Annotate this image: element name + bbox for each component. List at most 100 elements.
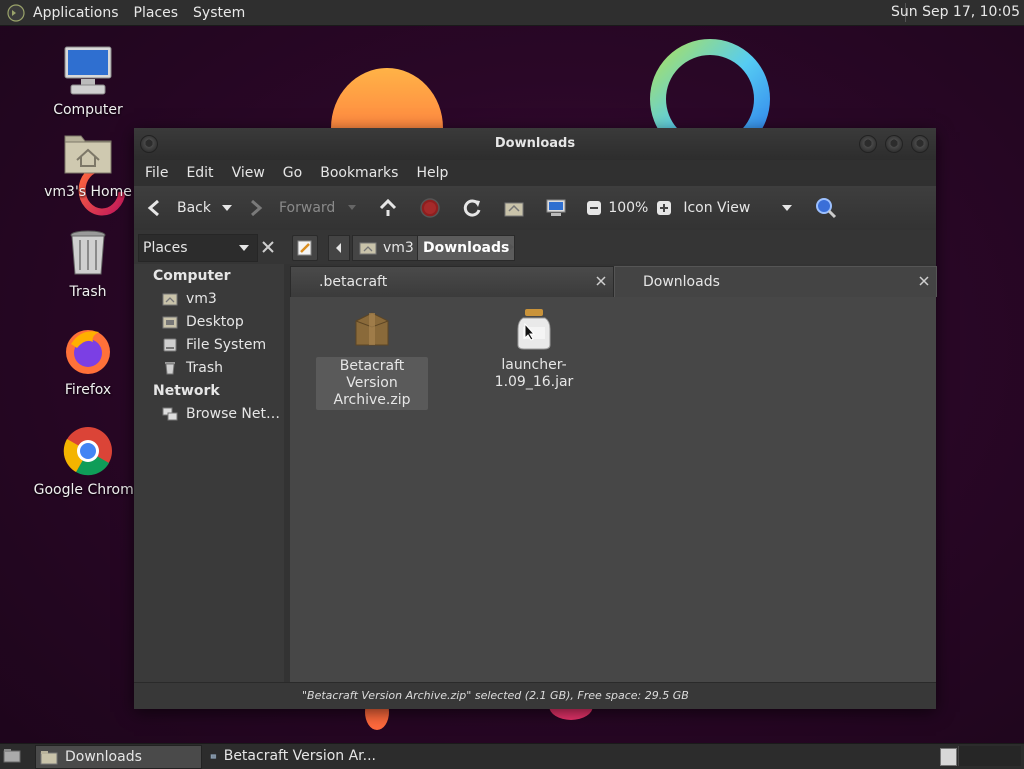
firefox-icon [61,324,115,378]
desktop-icon-computer[interactable]: Computer [33,44,143,118]
breadcrumb-scroll-right[interactable] [504,235,518,259]
zoom-level[interactable]: 100% [608,200,648,216]
menu-go[interactable]: Go [283,165,302,181]
menu-edit[interactable]: Edit [186,165,213,181]
desktop-folder-icon [162,316,178,329]
file-item[interactable]: Betacraft Version Archive.zip [316,307,428,410]
close-sidebar-button[interactable] [258,236,278,258]
view-mode-dropdown[interactable] [781,203,793,213]
menu-help[interactable]: Help [416,165,448,181]
sidebar-item-vm3[interactable]: vm3 [162,289,217,309]
menu-view[interactable]: View [232,165,265,181]
sidebar-item-label: Desktop [186,314,244,330]
forward-history-dropdown[interactable] [347,203,357,213]
file-item[interactable]: launcher-1.09_16.jar [478,307,590,391]
chevron-down-icon [239,245,249,251]
breadcrumb-downloads[interactable]: Downloads [417,235,516,261]
desktop-icon-home[interactable]: vm3's Home [33,126,143,200]
trash-icon [61,226,115,280]
top-panel: Applications Places System Sun Sep 17, 1… [0,0,1024,26]
toolbar: Back Forward 100% Icon View [134,186,936,230]
window-titlebar[interactable]: Downloads [134,128,936,160]
home-button[interactable] [503,198,525,218]
desktop-icon-label: Firefox [64,382,112,398]
mouse-cursor-icon [524,323,536,341]
places-sidebar: Computer vm3 Desktop File System Trash N… [134,264,285,682]
zoom-out-button[interactable] [586,200,602,216]
breadcrumb-scroll-left[interactable] [328,235,350,261]
up-button[interactable] [377,197,399,219]
menu-bookmarks[interactable]: Bookmarks [320,165,398,181]
trash-icon [165,362,175,375]
applications-menu[interactable]: Applications [33,5,119,21]
maximize-button[interactable] [885,135,903,153]
wallpaper-bottom-shape [365,706,389,730]
toggle-location-entry-button[interactable] [292,235,318,261]
wallpaper-ring-shape [650,39,770,129]
bottom-panel: Downloads Betacraft Version Ar... [0,743,1024,769]
menu-file[interactable]: File [145,165,168,181]
zip-archive-icon [355,312,389,346]
computer-button[interactable] [545,198,567,218]
stop-button[interactable] [419,197,441,219]
close-tab-icon[interactable] [918,275,930,287]
taskbar-item-downloads[interactable]: Downloads [35,745,202,769]
chevron-down-icon [782,205,793,211]
workspace-2[interactable] [958,746,1021,766]
file-name: launcher-1.09_16.jar [494,357,574,390]
file-view[interactable]: Betacraft Version Archive.zip launcher-1… [290,297,936,682]
reload-icon [464,199,481,217]
clock[interactable]: Sun Sep 17, 10:05 [891,4,1020,20]
file-name: Betacraft Version Archive.zip [316,357,428,410]
desktop-icon-trash[interactable]: Trash [33,226,143,300]
system-menu[interactable]: System [193,5,245,21]
status-bar: "Betacraft Version Archive.zip" selected… [134,682,936,709]
close-button[interactable] [911,135,929,153]
desktop-icon-label: vm3's Home [44,184,132,200]
taskbar-item-label: Downloads [65,749,142,765]
desktop-icon-firefox[interactable]: Firefox [33,324,143,398]
drive-icon [163,338,177,352]
sidebar-item-label: vm3 [186,291,217,307]
zoom-in-button[interactable] [656,200,672,216]
sidebar-item-label: Browse Net… [186,406,281,422]
places-combo-label: Places [143,240,188,256]
sidebar-item-browse-network[interactable]: Browse Net… [162,404,280,424]
location-row: Places vm3 Downloads [134,230,936,264]
tab-betacraft[interactable]: .betacraft [290,266,614,298]
sidebar-item-trash[interactable]: Trash [162,358,223,378]
mate-logo-icon[interactable] [7,3,25,22]
search-button[interactable] [815,197,837,219]
minimize-button[interactable] [859,135,877,153]
computer-icon [546,199,566,216]
forward-button[interactable]: Forward [245,198,335,218]
breadcrumb-vm3[interactable]: vm3 [352,235,421,261]
sidebar-heading-computer: Computer [153,268,231,284]
close-tab-icon[interactable] [595,275,607,287]
tab-downloads[interactable]: Downloads [614,266,937,297]
chevron-down-icon [348,205,357,210]
workspace-1[interactable] [940,748,957,766]
folder-icon [40,750,58,764]
sidebar-item-label: File System [186,337,267,353]
sidebar-item-desktop[interactable]: Desktop [162,312,244,332]
back-history-dropdown[interactable] [221,203,233,213]
reload-button[interactable] [461,197,483,219]
taskbar-item-archive[interactable]: Betacraft Version Ar... [206,745,376,767]
arrow-up-icon [380,198,397,216]
sidebar-type-select[interactable]: Places [138,234,258,262]
back-button[interactable]: Back [145,198,211,218]
show-desktop-icon[interactable] [3,748,21,763]
search-icon [816,198,837,219]
window-title: Downloads [494,136,576,151]
desktop-icon-label: Computer [53,102,123,118]
breadcrumb-label: vm3 [383,240,414,256]
home-folder-icon [359,242,377,255]
places-menu[interactable]: Places [134,5,179,21]
home-folder-icon [504,202,524,217]
tab-bar: .betacraft Downloads [290,264,937,298]
chrome-icon [61,424,115,478]
sidebar-item-file-system[interactable]: File System [162,335,266,355]
desktop-icon-chrome[interactable]: Google Chrome [33,424,143,498]
view-mode-select[interactable]: Icon View [683,200,750,216]
